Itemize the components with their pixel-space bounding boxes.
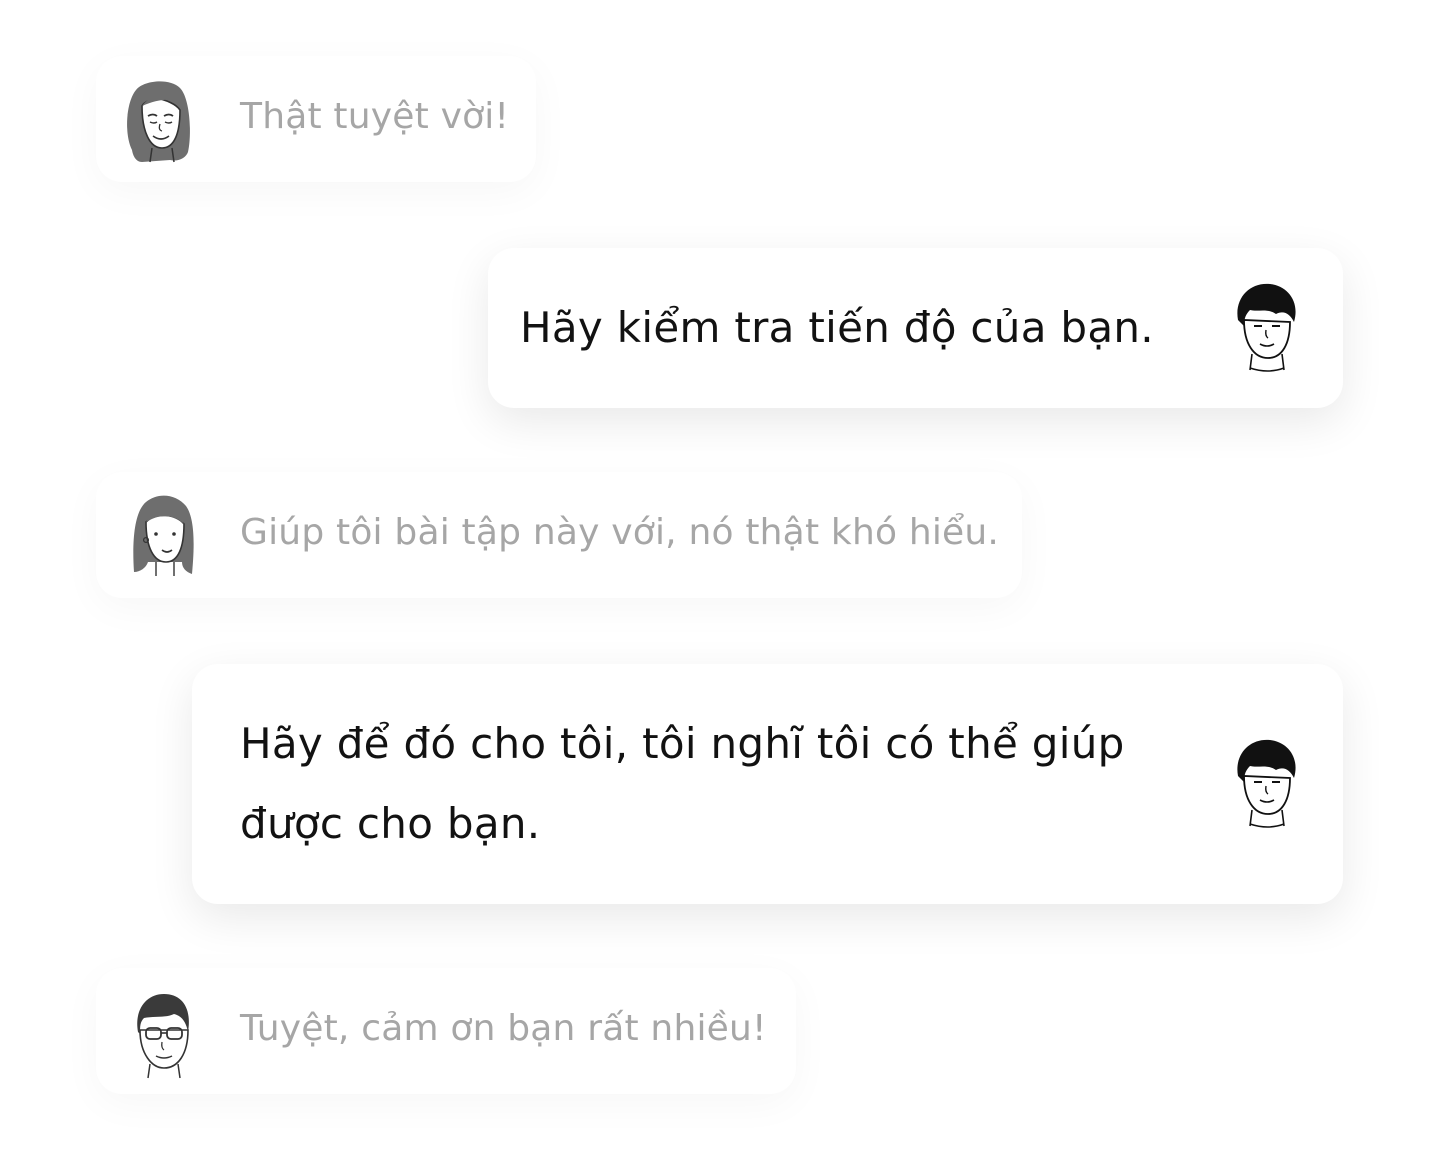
- message-text: Hãy kiểm tra tiến độ của bạn.: [520, 303, 1154, 352]
- message-bubble-incoming: Giúp tôi bài tập này với, nó thật khó hi…: [96, 472, 1022, 598]
- man-black-hair-avatar-icon: [1228, 736, 1302, 828]
- message-bubble-outgoing: Hãy kiểm tra tiến độ của bạn.: [488, 248, 1343, 408]
- woman-long-hair-avatar-icon: [126, 492, 200, 584]
- message-text: Tuyệt, cảm ơn bạn rất nhiều!: [240, 1008, 767, 1049]
- man-glasses-avatar-icon: [126, 988, 200, 1080]
- woman-short-hair-avatar-icon: [122, 76, 196, 168]
- message-bubble-incoming: Tuyệt, cảm ơn bạn rất nhiều!: [96, 968, 796, 1094]
- message-text-line-1: Hãy để đó cho tôi, tôi nghĩ tôi có thể g…: [240, 719, 1125, 768]
- man-black-hair-avatar-icon: [1228, 280, 1302, 372]
- message-bubble-incoming: Thật tuyệt vời!: [96, 56, 536, 182]
- message-text: Giúp tôi bài tập này với, nó thật khó hi…: [240, 512, 1000, 553]
- message-text: Thật tuyệt vời!: [240, 96, 510, 137]
- message-bubble-outgoing: Hãy để đó cho tôi, tôi nghĩ tôi có thể g…: [192, 664, 1343, 904]
- message-text-line-2: được cho bạn.: [240, 799, 541, 848]
